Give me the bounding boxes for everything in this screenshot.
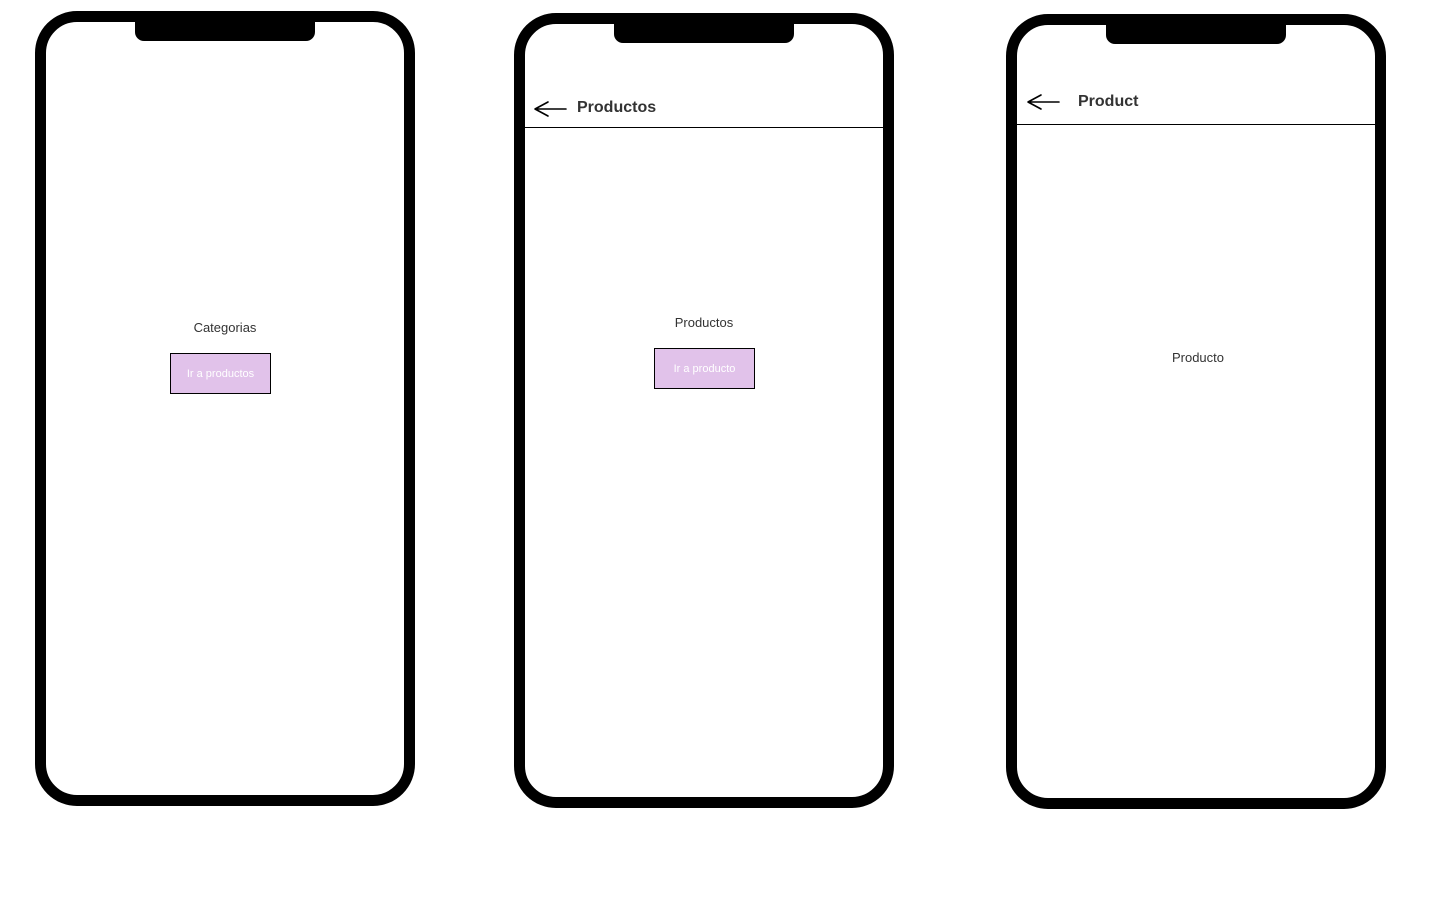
header-title: Product — [1078, 93, 1139, 110]
screen-label-productos: Productos — [674, 315, 734, 330]
phone-screen-producto: Product Producto — [1006, 14, 1386, 809]
phone-notch — [135, 20, 315, 41]
header-bar: Product — [1017, 25, 1375, 125]
header-bar: Productos — [525, 24, 883, 128]
arrow-left-icon[interactable] — [533, 99, 567, 119]
phone-screen-productos: Productos Productos Ir a producto — [514, 13, 894, 808]
screen-label-categorias: Categorias — [193, 320, 257, 335]
screen-label-producto: Producto — [1171, 350, 1225, 365]
go-to-products-button[interactable]: Ir a productos — [170, 353, 271, 394]
header-title: Productos — [577, 99, 657, 116]
phone-screen-categorias: Categorias Ir a productos — [35, 11, 415, 806]
arrow-left-icon[interactable] — [1026, 92, 1060, 112]
go-to-product-button[interactable]: Ir a producto — [654, 348, 755, 389]
